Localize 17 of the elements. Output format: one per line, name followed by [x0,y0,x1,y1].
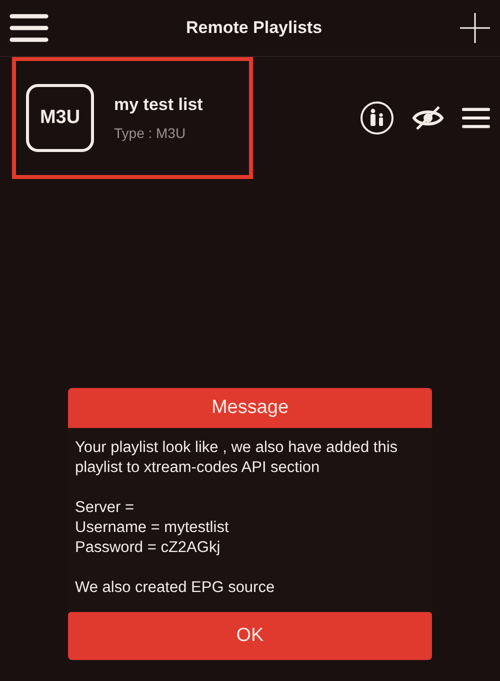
message-text: Server = [75,498,136,518]
message-text: Your playlist look like , we also have added this playlist to xtream-codes API section [75,438,399,478]
family-icon[interactable] [360,101,394,135]
options-icon[interactable] [462,107,490,129]
add-icon[interactable] [459,12,491,44]
message-text: We also created EPG source [75,578,276,598]
dialog-title: Message [68,388,432,428]
playlist-type: Type : M3U [114,124,187,144]
page-title: Remote Playlists [186,17,322,40]
hidden-eye-icon[interactable] [412,105,444,131]
playlist-name: my test list [114,94,203,116]
menu-icon[interactable] [9,13,49,43]
ok-button[interactable]: OK [68,612,432,660]
m3u-badge: M3U [26,84,94,152]
playlist-item[interactable]: M3U my test list Type : M3U [12,57,253,179]
message-text: Username = mytestlist [75,518,230,538]
message-text: Password = cZ2AGkj [75,538,222,558]
